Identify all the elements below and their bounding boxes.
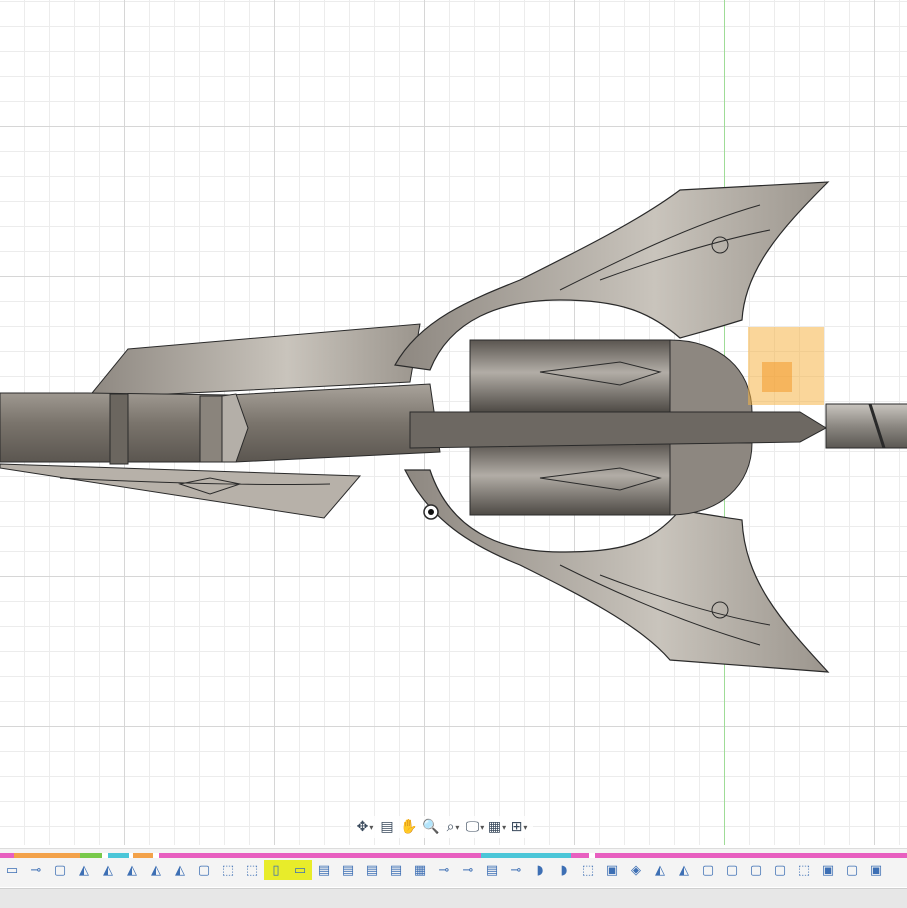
- timeline-feature-icon[interactable]: ◗: [528, 860, 552, 880]
- timeline-feature-icon[interactable]: ◭: [648, 860, 672, 880]
- timeline-feature-icon[interactable]: ▤: [336, 860, 360, 880]
- timeline-feature-icon[interactable]: ⊸: [24, 860, 48, 880]
- colorbar-segment: [594, 853, 907, 858]
- pivot-point-center: [428, 509, 434, 515]
- timeline-features: ▭ ⊸ ▢ ◭ ◭ ◭ ◭ ◭ ▢ ⬚ ⬚ ▯ ▭ ▤ ▤ ▤ ▤ ▦ ⊸ ⊸ ▤ ⊸ ◗ ◗ ⬚ ▣ ◈ ◭ ◭ ▢ ▢ ▢ ▢ ⬚ ▣ ▢ ▣: [0, 859, 907, 881]
- timeline-feature-icon[interactable]: ▦: [408, 860, 432, 880]
- timeline-feature-icon[interactable]: ▣: [864, 860, 888, 880]
- timeline-feature-icon[interactable]: ⬚: [216, 860, 240, 880]
- timeline-feature-icon[interactable]: ⊸: [432, 860, 456, 880]
- colorbar-segment: [133, 853, 153, 858]
- timeline-feature-icon[interactable]: ▢: [840, 860, 864, 880]
- colorbar-segment: [80, 853, 102, 858]
- lower-drum-cap: [669, 442, 753, 516]
- fit-icon[interactable]: ⌕ ▾: [443, 817, 463, 837]
- grid-settings-icon[interactable]: ▦ ▾: [487, 817, 507, 837]
- timeline-feature-icon[interactable]: ▭: [0, 860, 24, 880]
- timeline-feature-icon[interactable]: ◭: [96, 860, 120, 880]
- colorbar-segment: [158, 853, 482, 858]
- timeline-feature-icon[interactable]: ▣: [816, 860, 840, 880]
- timeline-feature-icon[interactable]: ▤: [384, 860, 408, 880]
- orbit-icon[interactable]: ✥ ▾: [355, 817, 375, 837]
- display-settings-icon[interactable]: 🖵 ▾: [465, 817, 485, 837]
- timeline-feature-icon[interactable]: ⬚: [792, 860, 816, 880]
- timeline-feature-icon[interactable]: ▤: [480, 860, 504, 880]
- timeline-ribbon: ▭ ⊸ ▢ ◭ ◭ ◭ ◭ ◭ ▢ ⬚ ⬚ ▯ ▭ ▤ ▤ ▤ ▤ ▦ ⊸ ⊸ ▤ ⊸ ◗ ◗ ⬚ ▣ ◈ ◭ ◭ ▢ ▢ ▢ ▢ ⬚ ▣ ▢ ▣: [0, 848, 907, 887]
- timeline-feature-icon[interactable]: ⬚: [576, 860, 600, 880]
- body-band-2: [199, 395, 223, 463]
- timeline-feature-icon[interactable]: ▤: [360, 860, 384, 880]
- design-canvas[interactable]: ✥ ▾ ▤ ✋ 🔍 ⌕ ▾ 🖵 ▾ ▦ ▾ ⊞ ▾: [0, 0, 907, 845]
- status-bar: [0, 888, 907, 908]
- colorbar-segment: [0, 853, 14, 858]
- weapon-3d-model[interactable]: [0, 0, 907, 845]
- timeline-feature-icon[interactable]: ▢: [696, 860, 720, 880]
- timeline-feature-icon[interactable]: ▢: [48, 860, 72, 880]
- viewports-icon[interactable]: ⊞ ▾: [509, 817, 529, 837]
- timeline-feature-icon[interactable]: ◭: [168, 860, 192, 880]
- colorbar-segment: [13, 853, 81, 858]
- upper-drum-cap: [669, 339, 753, 413]
- timeline-feature-icon[interactable]: ▢: [720, 860, 744, 880]
- timeline-feature-icon[interactable]: ◭: [672, 860, 696, 880]
- timeline-feature-icon[interactable]: ◭: [120, 860, 144, 880]
- timeline-feature-icon[interactable]: ⬚: [240, 860, 264, 880]
- navigation-toolbar: ✥ ▾ ▤ ✋ 🔍 ⌕ ▾ 🖵 ▾ ▦ ▾ ⊞ ▾: [351, 816, 533, 838]
- timeline-feature-icon[interactable]: ▤: [312, 860, 336, 880]
- colorbar-segment: [107, 853, 130, 858]
- timeline-feature-icon[interactable]: ▢: [768, 860, 792, 880]
- upper-drum: [469, 339, 671, 413]
- timeline-feature-icon[interactable]: ⊸: [456, 860, 480, 880]
- pan-icon[interactable]: ✋: [399, 817, 419, 837]
- lower-drum: [469, 442, 671, 516]
- timeline-feature-icon[interactable]: ▯: [264, 860, 288, 880]
- timeline-feature-icon[interactable]: ▢: [744, 860, 768, 880]
- timeline-feature-icon[interactable]: ▢: [192, 860, 216, 880]
- timeline-feature-icon[interactable]: ◗: [552, 860, 576, 880]
- timeline-feature-icon[interactable]: ⊸: [504, 860, 528, 880]
- timeline-feature-icon[interactable]: ◭: [72, 860, 96, 880]
- body-band-1: [109, 393, 129, 465]
- colorbar-segment: [481, 853, 572, 858]
- lower-engraved-blade: [0, 463, 362, 519]
- timeline-colorbar: [0, 853, 907, 858]
- timeline-feature-icon[interactable]: ▭: [288, 860, 312, 880]
- timeline-feature-icon[interactable]: ▣: [600, 860, 624, 880]
- zoom-icon[interactable]: 🔍: [421, 817, 441, 837]
- colorbar-segment: [571, 853, 590, 858]
- handle-shaft: [825, 403, 907, 449]
- central-spine: [409, 411, 828, 449]
- look-at-icon[interactable]: ▤: [377, 817, 397, 837]
- selection-highlight-inner: [762, 362, 792, 392]
- timeline-feature-icon[interactable]: ◈: [624, 860, 648, 880]
- timeline-feature-icon[interactable]: ◭: [144, 860, 168, 880]
